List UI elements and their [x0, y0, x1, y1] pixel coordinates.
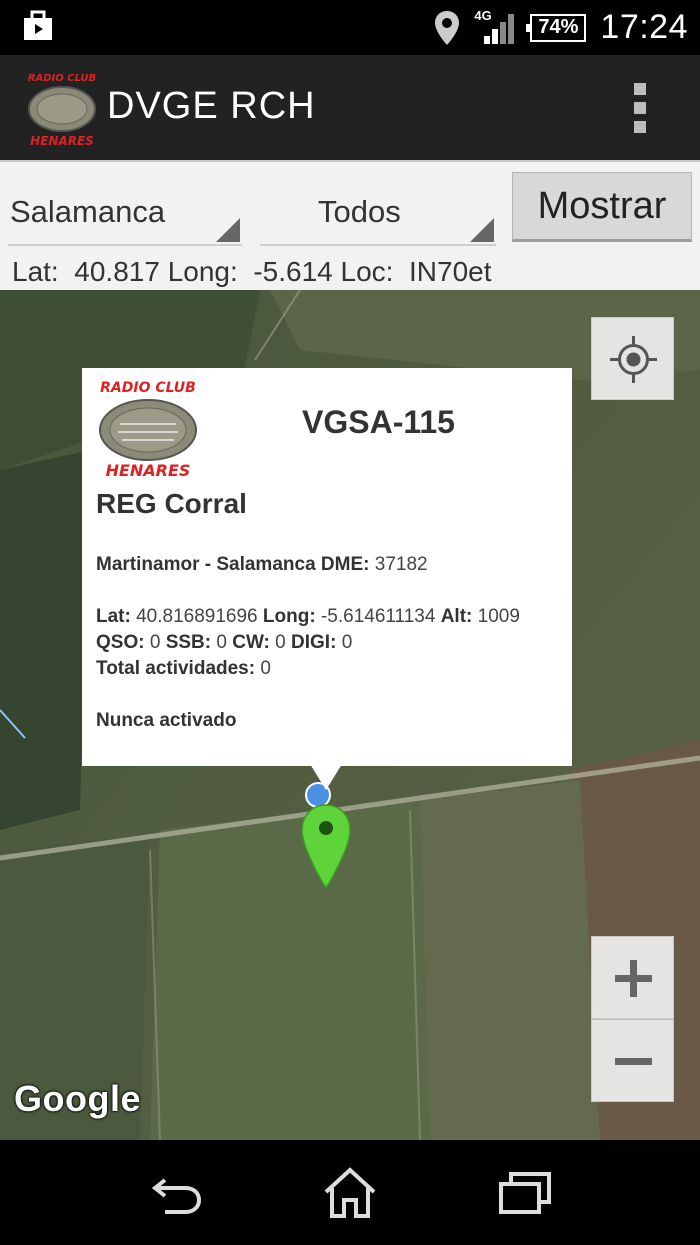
clock: 17:24: [600, 8, 688, 46]
svg-text:RADIO CLUB: RADIO CLUB: [100, 380, 196, 396]
zoom-in-button[interactable]: [591, 936, 674, 1019]
long-value: -5.614611134: [320, 606, 436, 627]
dme-value: 37182: [374, 554, 428, 575]
minus-icon: [615, 1058, 652, 1065]
my-location-button[interactable]: [591, 317, 674, 400]
status-bar: 4G 74% 17:24: [0, 0, 700, 55]
app-logo: RADIO CLUB HENARES: [28, 73, 96, 148]
info-window-tail: [310, 764, 342, 790]
dropdown-arrow-icon: [470, 218, 494, 242]
municipality: Martinamor - Salamanca: [96, 554, 316, 575]
qso-label: QSO:: [96, 632, 145, 653]
google-attribution: Google: [14, 1078, 141, 1119]
station-code: VGSA-115: [302, 404, 455, 440]
qso-value: 0: [149, 632, 161, 653]
loc-label: Loc:: [340, 256, 394, 287]
filter-selected: Todos: [318, 194, 401, 229]
filter-spinner[interactable]: Todos: [260, 176, 496, 246]
search-controls: Salamanca Todos Mostrar Lat: 40.817 Long…: [0, 160, 700, 290]
my-location-icon: [610, 336, 657, 383]
long-label: Long:: [262, 606, 316, 627]
app-title: DVGE RCH: [107, 85, 316, 127]
ssb-value: 0: [216, 632, 227, 653]
activation-status: Nunca activado: [96, 710, 237, 731]
alt-label: Alt:: [440, 606, 473, 627]
long-label: Long:: [167, 256, 238, 287]
station-name: REG Corral: [96, 488, 247, 519]
total-line: Total actividades: 0: [96, 656, 566, 682]
lat-label: Lat:: [96, 606, 131, 627]
lat-label: Lat:: [12, 256, 59, 287]
zoom-out-button[interactable]: [591, 1019, 674, 1102]
navigation-bar: [0, 1140, 700, 1245]
loc-value: IN70et: [409, 256, 492, 287]
lat-value: 40.816891696: [136, 606, 258, 627]
current-coordinates: Lat: 40.817 Long: -5.614 Loc: IN70et: [12, 256, 492, 288]
total-label: Total actividades:: [96, 658, 256, 679]
marker-info-window: RADIO CLUB HENARES VGSA-115 REG Corral M…: [82, 368, 572, 766]
long-value: -5.614: [253, 256, 333, 287]
satellite-map[interactable]: RADIO CLUB HENARES VGSA-115 REG Corral M…: [0, 290, 700, 1140]
overflow-menu-icon[interactable]: [634, 83, 648, 133]
qso-line: QSO: 0 SSB: 0 CW: 0 DIGI: 0: [96, 630, 566, 656]
action-bar: RADIO CLUB HENARES DVGE RCH: [0, 55, 700, 160]
dropdown-arrow-icon: [216, 218, 240, 242]
total-value: 0: [260, 658, 271, 679]
station-details: Martinamor - Salamanca DME: 37182 Lat: 4…: [96, 552, 566, 734]
battery-level: 74%: [538, 16, 579, 38]
province-spinner[interactable]: Salamanca: [8, 176, 242, 246]
cw-label: CW:: [232, 632, 270, 653]
club-logo: RADIO CLUB HENARES: [99, 380, 197, 480]
svg-text:HENARES: HENARES: [30, 134, 94, 148]
province-selected: Salamanca: [10, 194, 166, 229]
back-icon[interactable]: [145, 1166, 205, 1220]
svg-text:HENARES: HENARES: [106, 461, 191, 480]
home-icon[interactable]: [320, 1166, 380, 1220]
cw-value: 0: [275, 632, 286, 653]
alt-value: 1009: [477, 606, 520, 627]
location-pin-icon: [435, 10, 460, 45]
dme-label: DME:: [320, 554, 370, 575]
ssb-label: SSB:: [165, 632, 212, 653]
location-line: Martinamor - Salamanca DME: 37182: [96, 552, 566, 578]
signal-icon: 4G: [474, 8, 516, 46]
plus-icon: [615, 960, 652, 997]
coords-line: Lat: 40.816891696 Long: -5.614611134 Alt…: [96, 604, 566, 630]
digi-label: DIGI:: [291, 632, 337, 653]
digi-value: 0: [341, 632, 353, 653]
recent-apps-icon[interactable]: [495, 1166, 555, 1220]
show-button[interactable]: Mostrar: [512, 172, 692, 242]
lat-value: 40.817: [74, 256, 160, 287]
svg-text:RADIO CLUB: RADIO CLUB: [28, 73, 96, 84]
store-bag-icon: [24, 10, 52, 40]
battery-icon: 74%: [526, 13, 587, 42]
